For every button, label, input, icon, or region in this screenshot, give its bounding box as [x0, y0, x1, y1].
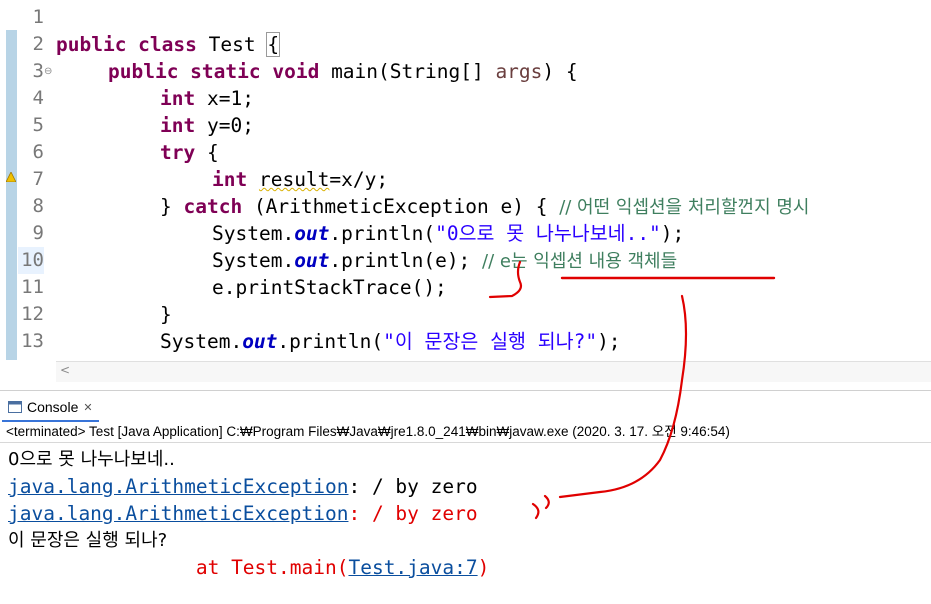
console-output[interactable]: 0으로 못 나누나보네.. java.lang.ArithmeticExcept…: [8, 446, 489, 581]
close-icon[interactable]: ✕: [83, 401, 92, 414]
code-line: System.out.println(e); // e는 익셉션 내용 객체들: [212, 249, 678, 272]
line-number: 2: [32, 33, 44, 55]
line-number: 14: [18, 355, 44, 360]
line-number: 9: [32, 222, 44, 244]
code-line: public class Test {: [56, 32, 281, 57]
console-icon: [8, 401, 22, 413]
console-status: <terminated> Test [Java Application] C:₩…: [0, 421, 931, 443]
code-line: int y=0;: [160, 114, 254, 137]
tab-console-label: Console: [27, 399, 79, 415]
console-line: java.lang.ArithmeticException: / by zero: [8, 475, 478, 498]
code-line: System.out.println("0으로 못 나누나보네..");: [212, 222, 685, 245]
code-line: int x=1;: [160, 87, 254, 110]
line-number: 11: [21, 276, 44, 298]
exception-link[interactable]: java.lang.ArithmeticException: [8, 502, 348, 525]
console-line: 이 문장은 실행 되나?: [8, 530, 168, 551]
code-editor[interactable]: ⊖ 1 2 3 4 5 6 7 8 9 10 11 12 13 14 publi…: [0, 0, 931, 360]
code-line: e.printStackTrace();: [212, 276, 447, 299]
line-number: 4: [32, 87, 44, 109]
tab-console[interactable]: Console ✕: [2, 394, 99, 422]
console-line: 0으로 못 나누나보네..: [8, 449, 175, 470]
code-line: } catch (ArithmeticException e) { // 어떤 …: [160, 195, 810, 218]
code-line: public static void main(String[] args) {: [108, 60, 578, 83]
line-number: 8: [32, 195, 44, 217]
line-number: 12: [21, 303, 44, 325]
console-tab-bar: Console ✕: [0, 390, 931, 422]
fold-icon[interactable]: ⊖: [44, 66, 52, 77]
stacktrace-link[interactable]: Test.java:7: [348, 556, 477, 579]
line-number: 5: [32, 114, 44, 136]
line-number: 3: [32, 60, 44, 82]
scroll-left-icon[interactable]: <: [60, 363, 70, 377]
code-line: System.out.println("이 문장은 실행 되나?");: [160, 330, 621, 353]
line-number: 1: [32, 6, 44, 28]
console-line: at Test.main(Test.java:7): [104, 556, 490, 579]
console-line: java.lang.ArithmeticException: / by zero: [8, 502, 478, 525]
line-number-current: 10: [18, 247, 44, 274]
warning-icon[interactable]: [6, 172, 16, 182]
horizontal-scrollbar[interactable]: <: [56, 361, 931, 382]
exception-link[interactable]: java.lang.ArithmeticException: [8, 475, 348, 498]
line-number: 6: [32, 141, 44, 163]
code-line: }: [160, 303, 172, 326]
line-number: 13: [21, 330, 44, 352]
line-number: 7: [32, 168, 44, 190]
code-line: try {: [160, 141, 219, 164]
code-line: int result=x/y;: [212, 168, 389, 191]
